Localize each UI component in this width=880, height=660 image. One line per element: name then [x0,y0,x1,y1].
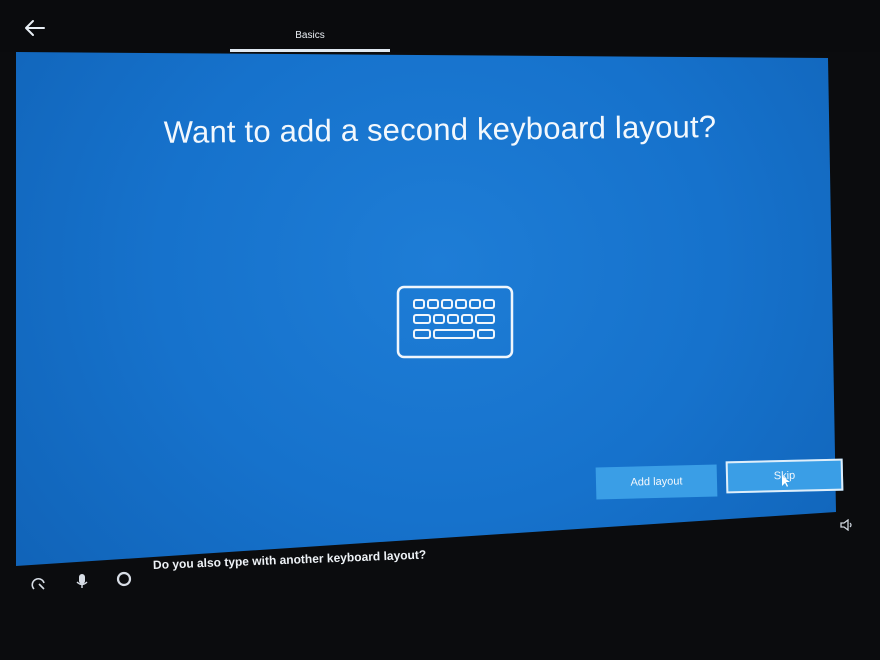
tab-basics[interactable]: Basics [280,30,340,41]
page-title: Want to add a second keyboard layout? [163,109,717,150]
arrow-left-icon [25,20,45,36]
cortana-circle-icon[interactable] [115,570,133,588]
top-bar [0,0,880,52]
microphone-icon[interactable] [73,572,91,590]
tab-active-indicator [230,49,390,52]
accessibility-icon[interactable] [30,575,48,593]
mouse-pointer-icon [782,476,790,488]
volume-icon[interactable] [840,518,854,532]
add-layout-button[interactable]: Add layout [595,464,718,500]
keyboard-icon [396,285,514,360]
back-button[interactable] [24,18,52,44]
